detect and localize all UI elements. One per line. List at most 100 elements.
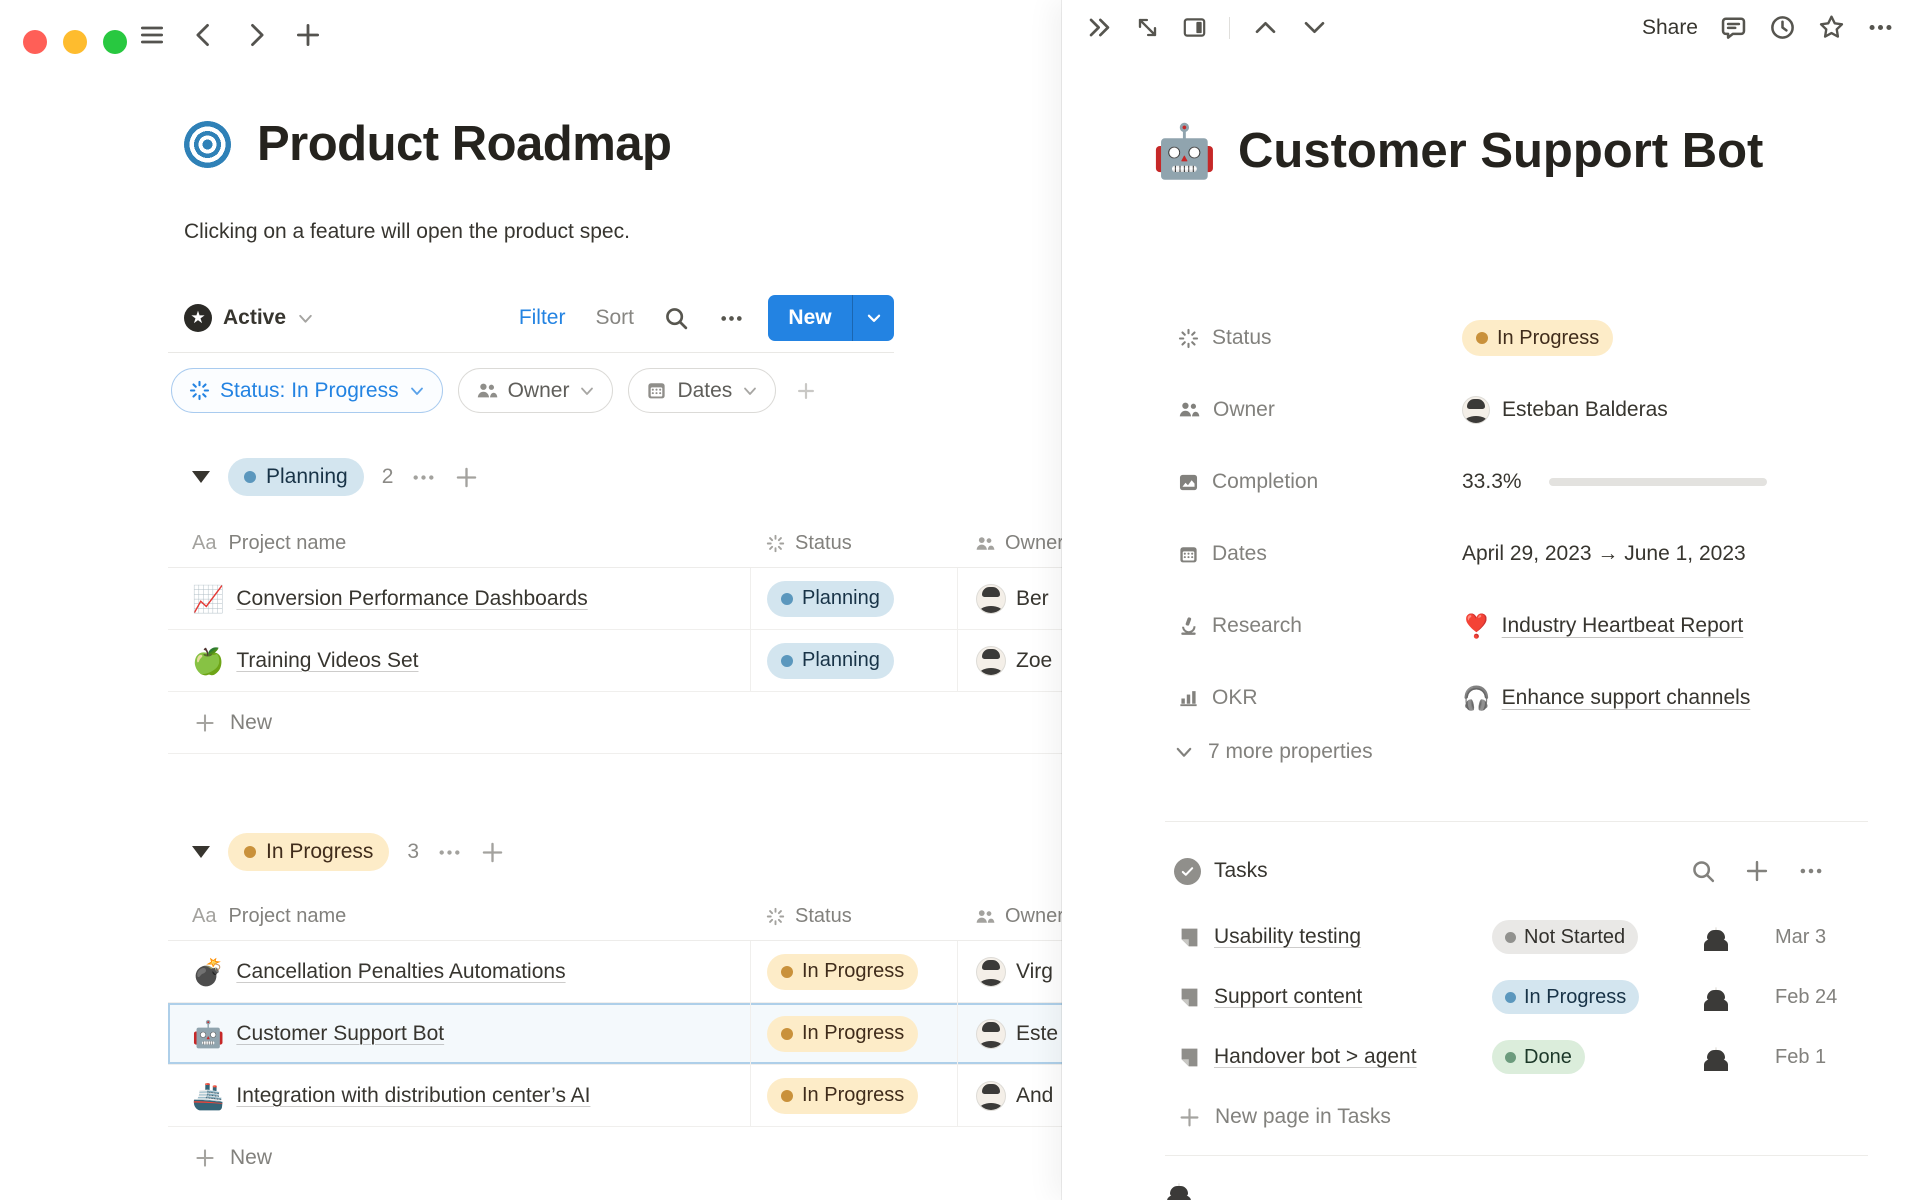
view-tab-active[interactable]: ★ Active xyxy=(184,304,314,332)
group-tag[interactable]: Planning xyxy=(228,458,364,496)
task-title-link[interactable]: Support content xyxy=(1214,985,1362,1009)
status-tag[interactable]: In Progress xyxy=(767,1016,918,1052)
task-title-link[interactable]: Handover bot > agent xyxy=(1214,1045,1417,1069)
table-row[interactable]: 🍏 Training Videos Set Planning Zoe xyxy=(168,630,1080,692)
close-peek-icon[interactable] xyxy=(1086,14,1113,41)
collapse-triangle-icon[interactable] xyxy=(192,846,210,858)
row-title-link[interactable]: Integration with distribution center’s A… xyxy=(236,1084,590,1108)
table-row-selected[interactable]: 🤖 Customer Support Bot In Progress Este xyxy=(168,1003,1080,1065)
relation-page-link[interactable]: Enhance support channels xyxy=(1502,686,1751,710)
group-add-icon[interactable] xyxy=(480,840,505,865)
row-title-link[interactable]: Conversion Performance Dashboards xyxy=(236,587,587,611)
tasks-section-header: Tasks xyxy=(1174,850,1868,892)
calendar-icon xyxy=(646,380,667,401)
new-row-button[interactable]: New xyxy=(168,1127,1080,1189)
comments-icon[interactable] xyxy=(1720,14,1747,41)
task-status-tag[interactable]: Not Started xyxy=(1492,920,1638,954)
status-tag[interactable]: Planning xyxy=(767,581,894,617)
row-title-link[interactable]: Training Videos Set xyxy=(236,649,418,673)
task-status-tag[interactable]: Done xyxy=(1492,1040,1585,1074)
property-row-okr[interactable]: OKR 🎧 Enhance support channels xyxy=(1178,662,1870,734)
column-header-status[interactable]: Status xyxy=(795,905,852,928)
group-header-planning: Planning 2 xyxy=(168,458,479,496)
window-minimize-button[interactable] xyxy=(63,30,87,54)
history-icon[interactable] xyxy=(1769,14,1796,41)
add-task-icon[interactable] xyxy=(1744,858,1770,884)
new-button-label[interactable]: New xyxy=(768,295,852,341)
more-properties-button[interactable]: 7 more properties xyxy=(1174,740,1373,764)
previous-page-icon[interactable] xyxy=(1252,14,1279,41)
property-row-owner[interactable]: Owner Esteban Balderas xyxy=(1178,374,1870,446)
more-options-icon[interactable] xyxy=(1867,14,1894,41)
new-task-button[interactable]: New page in Tasks xyxy=(1178,1087,1870,1147)
table-row[interactable]: 💣 Cancellation Penalties Automations In … xyxy=(168,941,1080,1003)
filter-chip-status[interactable]: Status: In Progress xyxy=(171,368,443,413)
group-add-icon[interactable] xyxy=(454,465,479,490)
task-title-link[interactable]: Usability testing xyxy=(1214,925,1361,949)
column-header-status[interactable]: Status xyxy=(795,532,852,555)
add-filter-icon[interactable] xyxy=(795,380,817,402)
column-header-owner[interactable]: Owner xyxy=(1005,905,1064,928)
window-close-button[interactable] xyxy=(23,30,47,54)
menu-icon[interactable] xyxy=(138,21,166,49)
group-tag[interactable]: In Progress xyxy=(228,833,389,871)
row-emoji: 🍏 xyxy=(192,648,224,674)
filter-chip-owner[interactable]: Owner xyxy=(458,368,614,413)
new-button-chevron-icon[interactable] xyxy=(853,295,894,341)
property-row-completion[interactable]: Completion 33.3% xyxy=(1178,446,1870,518)
filter-chip-dates[interactable]: Dates xyxy=(628,368,776,413)
task-row[interactable]: Support content In Progress Feb 24 xyxy=(1178,967,1870,1027)
status-spinner-icon xyxy=(1178,328,1199,349)
more-options-icon[interactable] xyxy=(719,306,744,331)
side-peek-icon[interactable] xyxy=(1182,15,1207,40)
new-button[interactable]: New xyxy=(768,295,894,341)
property-row-status[interactable]: Status In Progress xyxy=(1178,302,1870,374)
roadmap-panel: Product Roadmap Clicking on a feature wi… xyxy=(0,0,1080,1200)
page-icon-bullseye[interactable] xyxy=(184,121,231,168)
column-header-name[interactable]: Project name xyxy=(228,905,346,928)
status-tag[interactable]: In Progress xyxy=(767,1078,918,1114)
page-title: Product Roadmap xyxy=(257,116,671,172)
forward-icon[interactable] xyxy=(242,21,270,49)
back-icon[interactable] xyxy=(190,21,218,49)
task-status-tag[interactable]: In Progress xyxy=(1492,980,1639,1014)
page-icon xyxy=(1178,1046,1201,1069)
text-type-icon: Aa xyxy=(192,905,216,928)
page-emoji[interactable]: 🤖 xyxy=(1152,126,1217,178)
more-options-icon[interactable] xyxy=(1798,858,1824,884)
tasks-list: Usability testing Not Started Mar 3 Supp… xyxy=(1178,907,1870,1147)
property-row-dates[interactable]: Dates April 29, 2023 → June 1, 2023 xyxy=(1178,518,1870,590)
status-tag[interactable]: Planning xyxy=(767,643,894,679)
property-row-research[interactable]: Research ❣️ Industry Heartbeat Report xyxy=(1178,590,1870,662)
next-page-icon[interactable] xyxy=(1301,14,1328,41)
search-icon[interactable] xyxy=(1691,859,1716,884)
row-title-link[interactable]: Cancellation Penalties Automations xyxy=(236,960,565,984)
group-more-icon[interactable] xyxy=(411,465,436,490)
favorite-star-icon[interactable] xyxy=(1818,14,1845,41)
table-row[interactable]: 📈 Conversion Performance Dashboards Plan… xyxy=(168,568,1080,630)
table-row[interactable]: 🚢 Integration with distribution center’s… xyxy=(168,1065,1080,1127)
tasks-title[interactable]: Tasks xyxy=(1214,859,1268,883)
column-header-owner[interactable]: Owner xyxy=(1005,532,1064,555)
row-emoji: 🤖 xyxy=(192,1021,224,1047)
new-tab-icon[interactable] xyxy=(294,21,322,49)
task-row[interactable]: Usability testing Not Started Mar 3 xyxy=(1178,907,1870,967)
relation-page-link[interactable]: Industry Heartbeat Report xyxy=(1502,614,1744,638)
owner-name: Zoe xyxy=(1016,649,1052,673)
sort-button[interactable]: Sort xyxy=(595,306,634,330)
new-row-button[interactable]: New xyxy=(168,692,1080,754)
filter-button[interactable]: Filter xyxy=(519,306,566,330)
group-more-icon[interactable] xyxy=(437,840,462,865)
status-tag[interactable]: In Progress xyxy=(1462,320,1613,356)
status-tag[interactable]: In Progress xyxy=(767,954,918,990)
column-header-name[interactable]: Project name xyxy=(228,532,346,555)
task-row[interactable]: Handover bot > agent Done Feb 1 xyxy=(1178,1027,1870,1087)
window-zoom-button[interactable] xyxy=(103,30,127,54)
view-tab-label: Active xyxy=(223,306,286,330)
expand-page-icon[interactable] xyxy=(1135,15,1160,40)
collapse-triangle-icon[interactable] xyxy=(192,471,210,483)
row-title-link[interactable]: Customer Support Bot xyxy=(236,1022,444,1046)
search-icon[interactable] xyxy=(664,306,689,331)
share-button[interactable]: Share xyxy=(1642,16,1698,40)
peek-page-title[interactable]: Customer Support Bot xyxy=(1238,118,1818,184)
